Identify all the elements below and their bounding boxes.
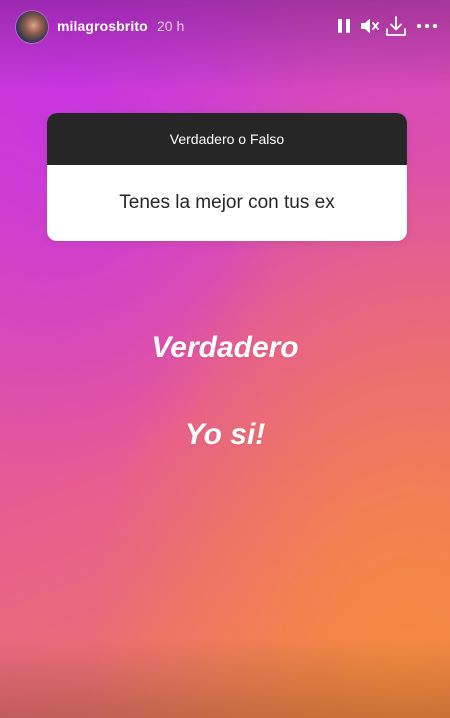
sticker-question: Tenes la mejor con tus ex (119, 192, 335, 213)
story-view[interactable]: milagrosbrito 20 h Verdadero o Falso Ten… (0, 0, 450, 718)
bottom-shade (0, 638, 450, 718)
more-options-button[interactable] (413, 12, 441, 40)
mute-button[interactable] (356, 12, 384, 40)
pause-icon (338, 19, 350, 33)
question-sticker[interactable]: Verdadero o Falso Tenes la mejor con tus… (47, 113, 407, 241)
more-dots-icon (416, 23, 438, 29)
download-button[interactable] (382, 12, 410, 40)
story-header: milagrosbrito 20 h (0, 0, 450, 56)
sticker-title: Verdadero o Falso (47, 113, 407, 165)
speaker-muted-icon (361, 18, 379, 34)
avatar[interactable] (16, 11, 48, 43)
story-time: 20 h (157, 18, 185, 34)
pause-button[interactable] (330, 12, 358, 40)
reply-text: Yo si! (184, 418, 266, 451)
username[interactable]: milagrosbrito (57, 18, 148, 34)
download-icon (386, 16, 406, 36)
answer-text: Verdadero (151, 331, 299, 364)
